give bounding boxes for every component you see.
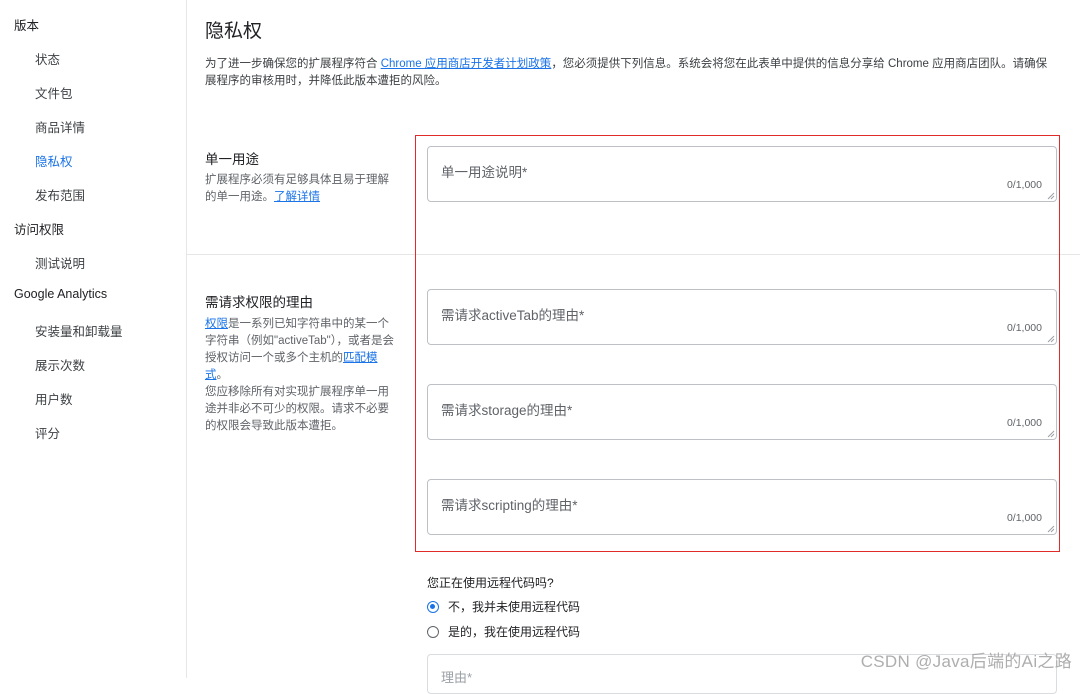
sidebar-item-users[interactable]: 用户数 xyxy=(35,389,73,408)
storage-reason-field[interactable]: 需请求storage的理由* 0/1,000 xyxy=(427,384,1057,440)
char-counter: 0/1,000 xyxy=(1006,512,1042,524)
resize-handle-icon[interactable] xyxy=(1047,192,1055,200)
char-counter: 0/1,000 xyxy=(1006,322,1042,334)
sidebar-item-impressions[interactable]: 展示次数 xyxy=(35,355,85,374)
permissions-desc-part3: 您应移除所有对实现扩展程序单一用途并非必不可少的权限。请求不必要的权限会导致此版… xyxy=(205,386,389,432)
sidebar-item-distribution[interactable]: 发布范围 xyxy=(35,185,85,204)
single-purpose-field[interactable]: 单一用途说明* 0/1,000 xyxy=(427,146,1057,202)
sidebar-item-store-listing[interactable]: 商品详情 xyxy=(35,117,85,136)
scripting-field-label: 需请求scripting的理由* xyxy=(441,498,578,513)
remote-code-question: 您正在使用远程代码吗? xyxy=(427,576,554,590)
sidebar-nav: 版本 状态 文件包 商品详情 隐私权 发布范围 访问权限 测试说明 Google… xyxy=(0,0,187,678)
storage-field-label: 需请求storage的理由* xyxy=(441,403,573,418)
sidebar-item-privacy[interactable]: 隐私权 xyxy=(35,151,73,170)
char-counter: 0/1,000 xyxy=(1006,179,1042,191)
char-counter: 0/1,000 xyxy=(1006,417,1042,429)
radio-yes-remote-code[interactable]: 是的，我在使用远程代码 xyxy=(427,623,580,640)
sidebar-section-access[interactable]: 访问权限 xyxy=(14,219,64,238)
single-purpose-title: 单一用途 xyxy=(205,152,259,167)
learn-more-link[interactable]: 了解详情 xyxy=(274,191,320,203)
radio-unchecked-icon[interactable] xyxy=(427,625,439,638)
permissions-desc: 权限是一系列已知字符串中的某一个字符串（例如"activeTab"），或者是会授… xyxy=(205,316,400,435)
section-divider xyxy=(187,254,1080,255)
page-title: 隐私权 xyxy=(205,21,263,42)
single-purpose-desc: 扩展程序必须有足够具体且易于理解的单一用途。了解详情 xyxy=(205,172,400,206)
activetab-reason-field[interactable]: 需请求activeTab的理由* 0/1,000 xyxy=(427,289,1057,345)
reason-field-label: 理由* xyxy=(441,670,473,685)
radio-no-remote-code[interactable]: 不，我并未使用远程代码 xyxy=(427,598,580,615)
remote-code-reason-field[interactable]: 理由* xyxy=(427,654,1057,694)
permissions-title: 需请求权限的理由 xyxy=(205,295,313,310)
sidebar-item-ratings[interactable]: 评分 xyxy=(35,423,60,442)
main-content: 隐私权 为了进一步确保您的扩展程序符合 Chrome 应用商店开发者计划政策，您… xyxy=(187,0,1080,694)
resize-handle-icon[interactable] xyxy=(1047,525,1055,533)
intro-prefix: 为了进一步确保您的扩展程序符合 xyxy=(205,58,381,70)
intro-line2: 展程序的审核用时，并降低此版本遭拒的风险。 xyxy=(205,75,447,87)
intro-suffix: ，您必须提供下列信息。系统会将您在此表单中提供的信息分享给 Chrome 应用商… xyxy=(551,58,1048,70)
radio-checked-icon[interactable] xyxy=(427,600,439,613)
permissions-link[interactable]: 权限 xyxy=(205,318,228,330)
intro-text: 为了进一步确保您的扩展程序符合 Chrome 应用商店开发者计划政策，您必须提供… xyxy=(205,56,1080,90)
radio-yes-label: 是的，我在使用远程代码 xyxy=(448,625,581,639)
activetab-field-label: 需请求activeTab的理由* xyxy=(441,308,585,323)
permissions-desc-part2: 。 xyxy=(216,369,229,381)
radio-no-label: 不，我并未使用远程代码 xyxy=(448,600,581,614)
sidebar-item-status[interactable]: 状态 xyxy=(35,49,60,68)
scripting-reason-field[interactable]: 需请求scripting的理由* 0/1,000 xyxy=(427,479,1057,535)
resize-handle-icon[interactable] xyxy=(1047,430,1055,438)
sidebar-item-test-instructions[interactable]: 测试说明 xyxy=(35,253,85,272)
resize-handle-icon[interactable] xyxy=(1047,335,1055,343)
sidebar-item-installs[interactable]: 安装量和卸载量 xyxy=(35,321,123,340)
sidebar-section-google-analytics[interactable]: Google Analytics xyxy=(14,287,107,301)
policy-link[interactable]: Chrome 应用商店开发者计划政策 xyxy=(381,58,552,70)
sidebar-section-version[interactable]: 版本 xyxy=(14,15,39,34)
sidebar-item-package[interactable]: 文件包 xyxy=(35,83,73,102)
single-purpose-field-label: 单一用途说明* xyxy=(441,165,528,180)
